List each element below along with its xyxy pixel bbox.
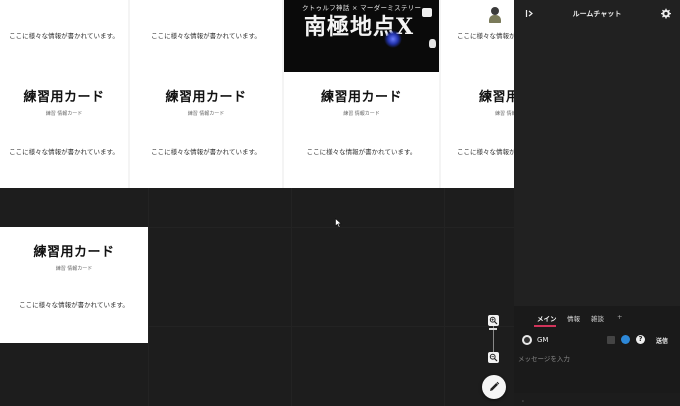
card-subtitle: 練習 情報カード [187,111,225,117]
card-subtitle: 練習 情報カード [45,111,83,117]
gear-icon[interactable] [660,8,671,19]
card-info-text: ここに様々な情報が書かれています。 [9,32,119,40]
card-title: 練習用カード [320,90,402,105]
send-button[interactable]: 送信 [656,336,668,345]
zoom-in-icon [489,316,498,325]
card-info-text: ここに様々な情報が書かれています。 [9,148,119,156]
card-title: 練習用カード [33,245,115,260]
practice-card[interactable]: ここに様々な情報が書かれています。 練習用カード 練習 情報カード ここに様々な… [441,0,514,188]
message-input[interactable] [518,352,676,366]
scenario-title-image[interactable]: クトゥルフ神話 × マーダーミステリー 南極地点X [284,0,439,72]
edit-button[interactable] [482,375,506,399]
speaker-name[interactable]: GM [537,336,548,344]
practice-card[interactable]: ここに様々な情報が書かれています。 練習用カード 練習 情報カード ここに様々な… [130,0,282,188]
card-info-text: ここに様々な情報が書かれています。 [457,148,514,156]
card-title: 練習用カード [23,90,105,105]
card-subtitle: 練習 情報カード [55,266,93,272]
card-title: 練習用カード [479,90,514,105]
speech-bubble-icon [422,8,432,17]
color-picker-icon[interactable] [621,335,630,344]
zoom-in-button[interactable] [488,315,499,326]
chat-tabs: メイン 情報 雑談 + [514,306,680,328]
card-title: 練習用カード [165,90,247,105]
mouse-cursor-icon [335,218,342,228]
zoom-out-icon [489,353,498,362]
card-subtitle: 練習 情報カード [343,111,380,117]
tab-chat[interactable]: 雑談 [591,313,604,323]
card-info-text: ここに様々な情報が書かれています。 [19,301,129,309]
chat-header: ルームチャット [514,0,680,28]
room-chat-panel: ルームチャット メイン 情報 雑談 + GM ? 送信 ˌ [514,0,680,406]
practice-card[interactable]: ここに様々な情報が書かれています。 練習用カード 練習 情報カード ここに様々な… [0,0,128,188]
chat-footer: ˌ [514,393,680,406]
zoom-out-button[interactable] [488,352,499,363]
active-tab-indicator [534,325,556,327]
chat-input-area: GM ? 送信 [514,328,680,393]
practice-card[interactable]: 練習用カード 練習 情報カード ここに様々な情報が書かれています。 [0,227,148,343]
character-body [489,15,501,23]
chat-title: ルームチャット [572,10,622,18]
zoom-slider-thumb[interactable] [489,328,497,330]
tab-main[interactable]: メイン [537,313,557,323]
character-piece[interactable] [487,5,503,23]
penguin-icon [429,39,436,48]
help-icon[interactable]: ? [636,335,645,344]
glow-orb-icon [384,30,402,48]
card-info-text: ここに様々な情報が書かれています。 [151,148,261,156]
card-info-text: ここに様々な情報が書かれています。 [151,32,261,40]
card-subtitle: 練習 情報カード [495,111,514,117]
pencil-icon [490,381,500,391]
speaker-avatar[interactable] [522,335,532,345]
chat-log[interactable] [514,28,680,306]
add-tab-button[interactable]: + [617,313,622,321]
card-info-text: ここに様々な情報が書かれています。 [306,148,417,156]
card-info-text: ここに様々な情報が書かれています。 [457,32,514,40]
character-head [491,7,499,15]
tab-info[interactable]: 情報 [567,313,580,323]
dice-icon[interactable] [607,336,615,344]
footer-mark: ˌ [522,395,524,403]
game-board[interactable]: ここに様々な情報が書かれています。 練習用カード 練習 情報カード ここに様々な… [0,0,514,406]
